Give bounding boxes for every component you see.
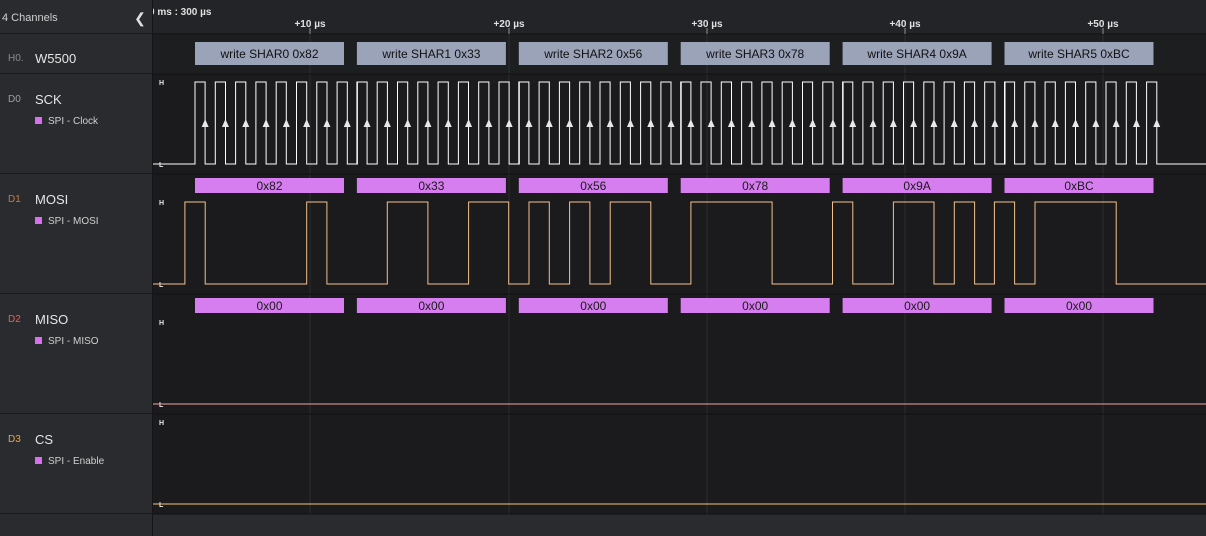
analyzer-label: SPI - Clock (48, 116, 99, 127)
channel-id: H0. (8, 53, 24, 64)
waveform-background (153, 0, 1206, 536)
hla-frame-label: write SHAR4 0x9A (866, 47, 966, 61)
channel-row-w5500[interactable]: H0. W5500 (0, 34, 153, 74)
chevron-left-icon[interactable]: ❮ (132, 9, 148, 27)
hla-frame-label: write SHAR5 0xBC (1027, 47, 1130, 61)
analyzer-color-swatch (35, 217, 42, 224)
channel-row-miso[interactable]: D2 MISO SPI - MISO (0, 294, 153, 414)
timeline-tick-label: +40 µs (889, 19, 921, 30)
channel-row-sck[interactable]: D0 SCK SPI - Clock (0, 74, 153, 174)
timeline-tick-label: +30 µs (691, 19, 723, 30)
hla-frame-label: write SHAR0 0x82 (219, 47, 318, 61)
hla-frame-label: write SHAR1 0x33 (381, 47, 480, 61)
analyzer-label: SPI - Enable (48, 456, 105, 467)
analyzer-label: SPI - MISO (48, 336, 99, 347)
level-low-label: L (159, 162, 164, 169)
timeline-tick-label: +50 µs (1087, 19, 1119, 30)
channel-id: D3 (8, 434, 21, 445)
level-low-label: L (159, 402, 164, 409)
channel-name: CS (35, 432, 54, 447)
channel-row-cs[interactable]: D3 CS SPI - Enable (0, 414, 153, 514)
channel-name: MISO (35, 312, 69, 327)
spi-data-frame-label: 0x56 (580, 179, 606, 193)
hla-frame-label: write SHAR3 0x78 (705, 47, 804, 61)
channel-row-mosi[interactable]: D1 MOSI SPI - MOSI (0, 174, 153, 294)
spi-data-frame-label: 0x00 (256, 299, 282, 313)
analyzer-tag[interactable]: SPI - Clock (35, 116, 98, 127)
channel-name: W5500 (35, 51, 77, 66)
level-high-label: H (159, 320, 164, 327)
channel-id: D1 (8, 194, 21, 205)
spi-data-frame-label: 0x78 (742, 179, 768, 193)
spi-data-frame-label: 0x00 (904, 299, 930, 313)
channel-id: D2 (8, 314, 21, 325)
waveform-canvas[interactable]: 0 ms : 300 µs +10 µs +20 µs +30 µs +40 µs +50… (153, 0, 1206, 536)
spi-data-frame-label: 0x00 (1066, 299, 1092, 313)
analyzer-color-swatch (35, 117, 42, 124)
channel-name: MOSI (35, 192, 69, 207)
channel-count-label: 4 Channels (2, 12, 58, 24)
timeline-tick-label: +10 µs (294, 19, 326, 30)
spi-data-frame-label: 0x00 (742, 299, 768, 313)
level-high-label: H (159, 80, 164, 87)
analyzer-color-swatch (35, 457, 42, 464)
analyzer-tag[interactable]: SPI - MISO (35, 336, 99, 347)
level-high-label: H (159, 420, 164, 427)
spi-data-frame-label: 0x33 (418, 179, 444, 193)
hla-frame-label: write SHAR2 0x56 (543, 47, 642, 61)
channel-id: D0 (8, 94, 21, 105)
channel-name: SCK (35, 92, 62, 107)
timeline-origin-label: 0 ms : 300 µs (153, 7, 212, 18)
analyzer-color-swatch (35, 337, 42, 344)
bottom-scroll-area[interactable] (153, 514, 1206, 536)
analyzer-label: SPI - MOSI (48, 216, 99, 227)
sidebar-header: 4 Channels ❮ (0, 0, 153, 34)
level-low-label: L (159, 502, 164, 509)
spi-data-frame-label: 0x9A (903, 179, 930, 193)
spi-data-frame-label: 0xBC (1064, 179, 1094, 193)
spi-data-frame-label: 0x82 (256, 179, 282, 193)
spi-data-frame-label: 0x00 (580, 299, 606, 313)
analyzer-tag[interactable]: SPI - Enable (35, 456, 104, 467)
level-high-label: H (159, 200, 164, 207)
spi-data-frame-label: 0x00 (418, 299, 444, 313)
timeline-tick-label: +20 µs (493, 19, 525, 30)
channel-sidebar: 4 Channels ❮ H0. W5500 D0 SCK SPI - Cloc… (0, 0, 153, 536)
level-low-label: L (159, 282, 164, 289)
analyzer-tag[interactable]: SPI - MOSI (35, 216, 99, 227)
